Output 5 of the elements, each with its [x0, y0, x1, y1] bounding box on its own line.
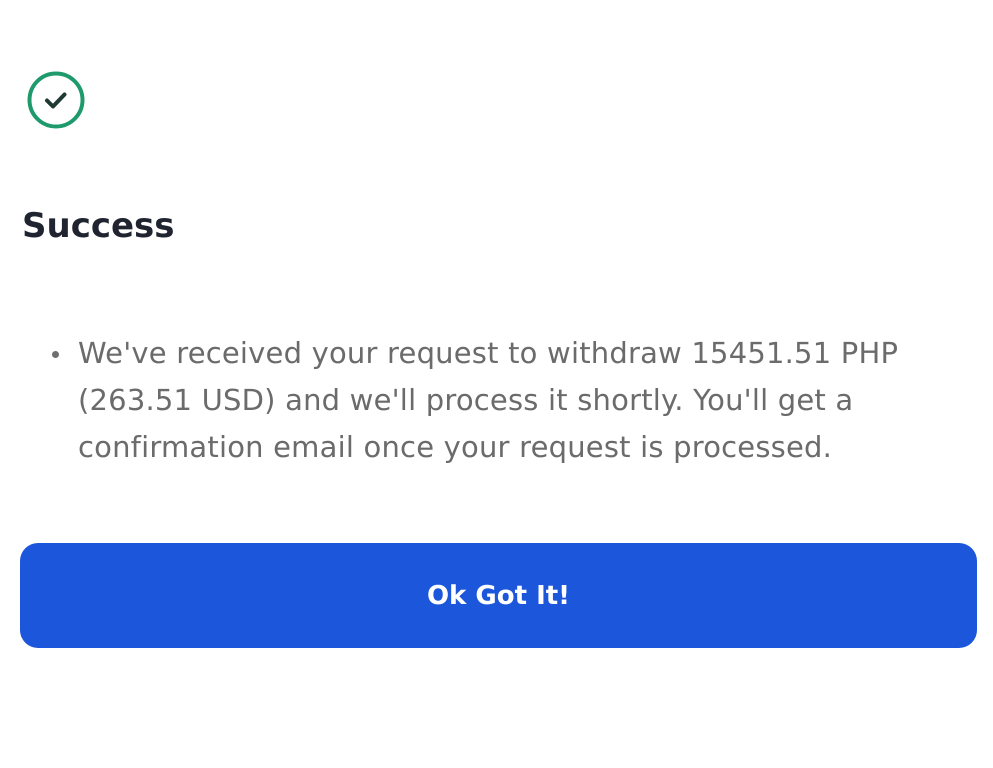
confirmation-message: We've received your request to withdraw 15451.51 PHP (263.51 USD) and we'll process it shortly. You'll get a confirmation email once your request is processed.	[78, 335, 900, 466]
ok-got-it-button[interactable]: Ok Got It!	[20, 543, 977, 648]
success-title: Success	[22, 205, 175, 248]
bullet-icon	[52, 351, 59, 358]
check-circle-icon	[26, 70, 86, 130]
